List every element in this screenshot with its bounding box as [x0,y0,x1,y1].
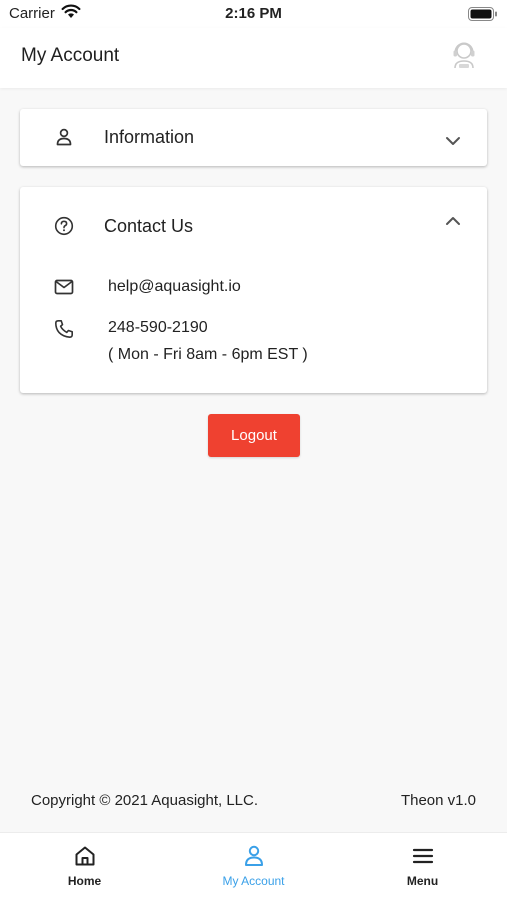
page-title: My Account [21,45,120,66]
contact-label: Contact Us [104,216,194,236]
tab-my-account-label: My Account [222,874,285,888]
tab-bar: Home My Account Menu [0,832,507,901]
chevron-up-icon[interactable] [445,213,461,231]
clock: 2:16 PM [225,5,282,22]
contact-phone[interactable]: 248-590-2190 [108,319,208,337]
tab-home-label: Home [67,874,102,888]
information-section[interactable]: Information [20,109,487,166]
tab-home[interactable]: Home [0,833,169,901]
information-label: Information [104,127,195,147]
tab-menu-label: Menu [406,874,439,888]
contact-email[interactable]: help@aquasight.io [108,278,241,296]
battery-icon [468,7,498,25]
help-circle-icon [54,216,74,241]
tab-my-account[interactable]: My Account [169,833,338,901]
version-text: Theon v1.0 [400,792,476,809]
chevron-down-icon[interactable] [445,133,461,151]
phone-icon [54,319,74,344]
person-icon [54,127,74,152]
logout-button[interactable]: Logout [208,414,300,457]
support-agent-icon[interactable] [451,40,477,70]
home-icon [73,844,97,868]
contact-section: Contact Us help@aquasight.io 248-590-219… [20,187,487,393]
copyright-text: Copyright © 2021 Aquasight, LLC. [31,792,259,809]
person-icon [242,844,266,868]
mail-icon [54,279,74,300]
app-header: My Account [0,28,507,88]
status-bar: Carrier 2:16 PM [0,0,507,28]
contact-hours: ( Mon - Fri 8am - 6pm EST ) [108,346,308,363]
tab-menu[interactable]: Menu [338,833,507,901]
menu-icon [411,844,435,868]
